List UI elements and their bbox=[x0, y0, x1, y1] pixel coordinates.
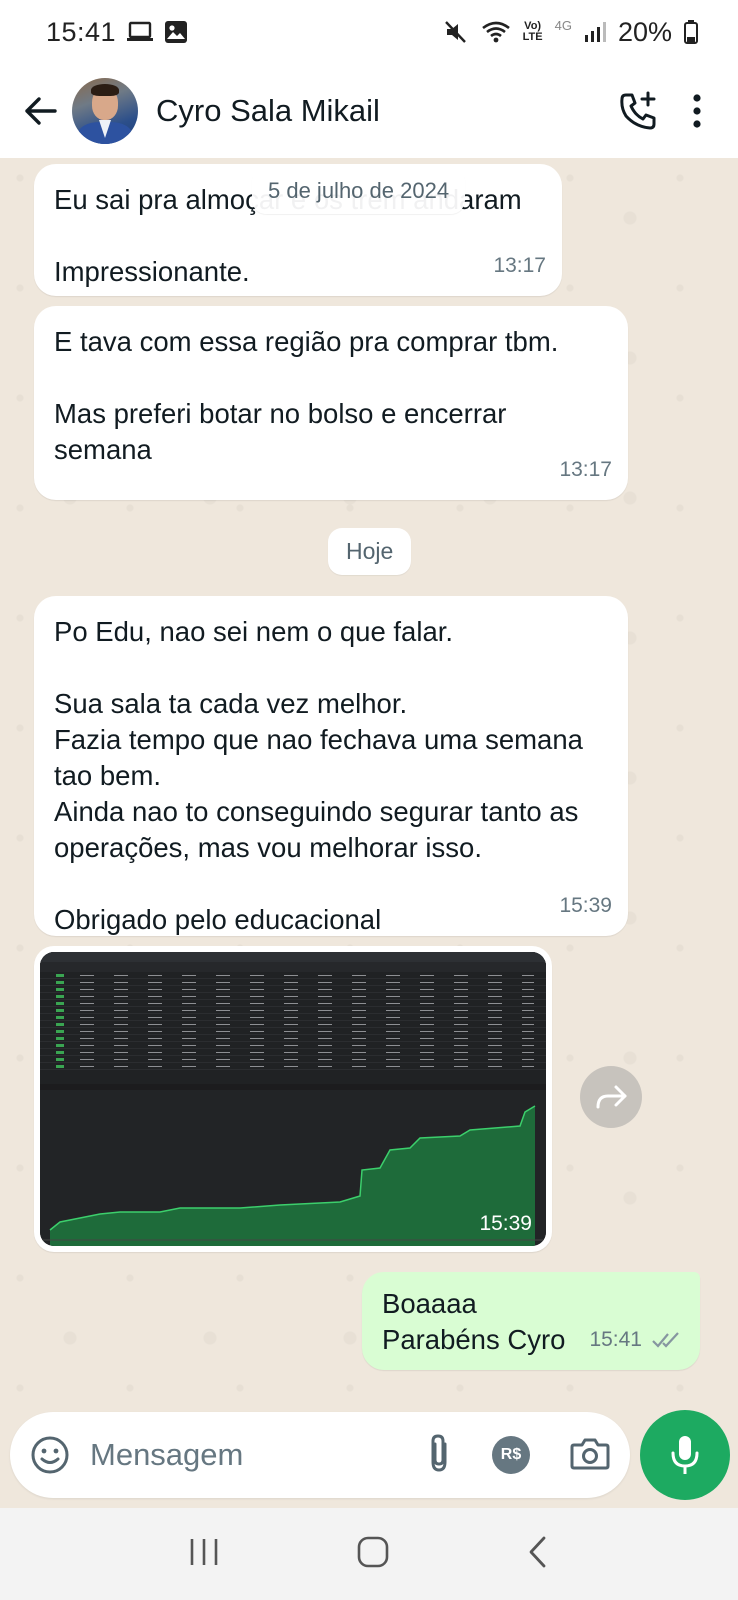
trading-report-image[interactable]: 15:39 bbox=[40, 952, 546, 1246]
recents-icon bbox=[190, 1538, 218, 1565]
avatar[interactable] bbox=[72, 78, 138, 144]
chat-header: Cyro Sala Mikail bbox=[0, 64, 738, 158]
gallery-icon bbox=[164, 20, 188, 44]
message-bubble[interactable]: E tava com essa região pra comprar tbm. … bbox=[34, 306, 628, 500]
message-composer: R$ bbox=[10, 1412, 630, 1498]
wifi-icon bbox=[481, 20, 511, 44]
image-equity-chart bbox=[40, 1090, 546, 1246]
paperclip-icon bbox=[431, 1433, 447, 1472]
network-type: 4G bbox=[554, 17, 572, 33]
attach-button[interactable] bbox=[426, 1432, 452, 1479]
battery-icon bbox=[684, 20, 698, 44]
status-time: 15:41 bbox=[46, 16, 117, 47]
signal-icon bbox=[584, 21, 606, 43]
image-message[interactable]: 15:39 bbox=[34, 946, 552, 1252]
message-text: Po Edu, nao sei nem o que falar. Sua sal… bbox=[54, 616, 583, 935]
payment-button[interactable]: R$ bbox=[492, 1436, 530, 1474]
more-options-button[interactable] bbox=[692, 94, 702, 128]
camera-button[interactable] bbox=[570, 1436, 610, 1475]
phone-plus-icon bbox=[620, 91, 656, 130]
message-time: 15:39 bbox=[559, 894, 612, 917]
camera-icon bbox=[570, 1438, 610, 1469]
emoji-button[interactable] bbox=[30, 1435, 70, 1475]
floating-date-pill: 5 de julho de 2024 bbox=[252, 168, 466, 214]
message-time: 15:41 bbox=[589, 1328, 642, 1351]
voice-message-button[interactable] bbox=[640, 1410, 730, 1500]
emoji-icon bbox=[31, 1436, 69, 1474]
contact-name[interactable]: Cyro Sala Mikail bbox=[156, 93, 380, 129]
laptop-icon bbox=[126, 21, 154, 43]
back-button[interactable] bbox=[10, 81, 70, 141]
recent-apps-button[interactable] bbox=[188, 1537, 220, 1572]
microphone-icon bbox=[671, 1436, 699, 1474]
more-vertical-icon bbox=[693, 94, 701, 128]
nav-back-button[interactable] bbox=[526, 1535, 550, 1574]
chat-area[interactable]: Eu sai pra almoçar e os trem andaram Imp… bbox=[0, 158, 738, 1406]
volte-icon: Vo) LTE bbox=[522, 20, 543, 43]
image-table bbox=[40, 952, 546, 1084]
add-call-button[interactable] bbox=[618, 91, 658, 131]
battery-percent: 20% bbox=[617, 16, 672, 47]
message-input[interactable] bbox=[90, 1437, 370, 1473]
message-text: E tava com essa região pra comprar tbm. … bbox=[54, 326, 559, 465]
message-bubble[interactable]: Po Edu, nao sei nem o que falar. Sua sal… bbox=[34, 596, 628, 936]
forward-icon bbox=[596, 1085, 627, 1109]
message-time: 13:17 bbox=[493, 254, 546, 277]
image-time: 15:39 bbox=[479, 1212, 532, 1235]
chevron-left-icon bbox=[529, 1536, 546, 1567]
date-separator: Hoje bbox=[328, 528, 412, 575]
status-bar: 15:41 Vo) LTE 4G 20% bbox=[0, 0, 738, 64]
double-check-icon bbox=[652, 1322, 682, 1358]
home-button[interactable] bbox=[356, 1535, 390, 1574]
system-navigation-bar bbox=[0, 1508, 738, 1600]
forward-button[interactable] bbox=[580, 1066, 642, 1128]
arrow-left-icon bbox=[25, 97, 57, 125]
mute-icon bbox=[443, 19, 469, 45]
outgoing-message-bubble[interactable]: Boaaaa Parabéns Cyro 15:41 bbox=[362, 1272, 700, 1370]
home-icon bbox=[357, 1536, 389, 1567]
message-time: 13:17 bbox=[559, 458, 612, 481]
